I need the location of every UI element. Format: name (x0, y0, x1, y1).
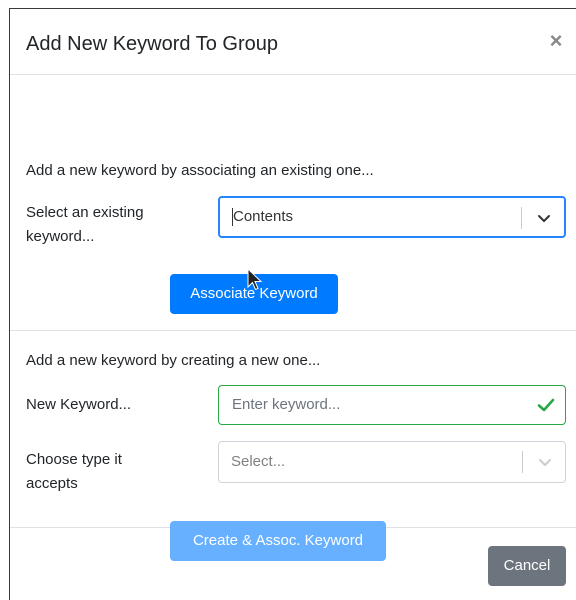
chevron-down-icon[interactable] (536, 210, 552, 226)
type-accepts-placeholder: Select... (231, 453, 286, 470)
cancel-button[interactable]: Cancel (488, 546, 566, 586)
chevron-down-icon[interactable] (537, 454, 553, 470)
new-keyword-label: New Keyword... (26, 396, 132, 413)
existing-keyword-label: Select an existing keyword... (26, 204, 144, 245)
create-assoc-keyword-button[interactable]: Create & Assoc. Keyword (170, 521, 386, 561)
existing-keyword-value: Contents (233, 208, 294, 225)
select-separator (521, 207, 522, 229)
new-keyword-input[interactable]: Enter keyword... (218, 385, 566, 425)
close-icon: × (549, 28, 563, 53)
modal-body: Add a new keyword by associating an exis… (10, 75, 576, 561)
close-button[interactable]: × (546, 29, 566, 53)
select-separator (522, 451, 523, 473)
mouse-pointer-icon (247, 268, 263, 291)
create-section-heading: Add a new keyword by creating a new one.… (26, 352, 321, 369)
section-divider (10, 330, 576, 331)
add-keyword-modal: Add New Keyword To Group × Add a new key… (9, 8, 576, 600)
type-accepts-label: Choose type it accepts (26, 451, 122, 492)
modal-title: Add New Keyword To Group (26, 33, 278, 55)
type-accepts-select[interactable]: Select... (218, 441, 566, 483)
associate-section-heading: Add a new keyword by associating an exis… (26, 162, 374, 179)
check-icon (537, 398, 555, 412)
new-keyword-placeholder: Enter keyword... (232, 396, 341, 413)
existing-keyword-select[interactable]: Contents (218, 196, 566, 238)
modal-header: Add New Keyword To Group × (10, 9, 576, 75)
